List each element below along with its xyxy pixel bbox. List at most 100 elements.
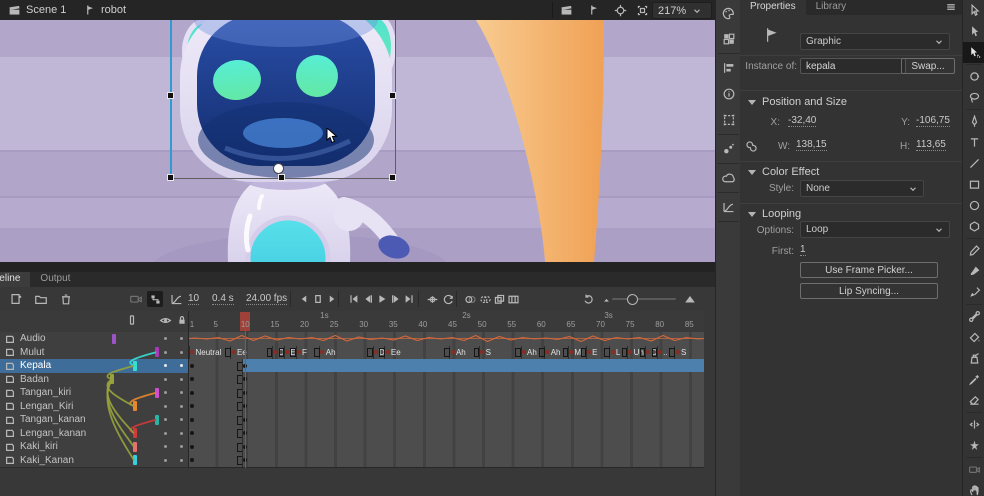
- timeline-zoom-slider-track[interactable]: [612, 298, 676, 300]
- span-end-marker[interactable]: [563, 348, 569, 357]
- text-tool[interactable]: [963, 132, 984, 153]
- layer-lock-dot[interactable]: [180, 405, 183, 408]
- subselection-tool[interactable]: [963, 0, 984, 21]
- parent-marker[interactable]: [133, 455, 137, 465]
- parent-marker[interactable]: [112, 334, 116, 344]
- layer-lock-dot[interactable]: [180, 351, 183, 354]
- frame-row-Badan[interactable]: [189, 373, 704, 388]
- layer-visibility-dot[interactable]: [164, 351, 167, 354]
- span-end-marker[interactable]: [367, 348, 373, 357]
- layer-visibility-dot[interactable]: [164, 459, 167, 462]
- scene-breadcrumb[interactable]: Scene 1: [8, 0, 66, 20]
- mouth-keyframe-dot[interactable]: [658, 350, 662, 354]
- motion-editor-button[interactable]: [168, 291, 184, 307]
- keyframe-dot[interactable]: [190, 418, 194, 422]
- selection-handle-bl[interactable]: [167, 174, 174, 181]
- mouth-keyframe-dot[interactable]: [451, 350, 455, 354]
- parent-marker[interactable]: [133, 401, 137, 411]
- symbol-behavior-select[interactable]: Graphic: [800, 33, 950, 50]
- span-end-marker[interactable]: [474, 348, 480, 357]
- use-frame-picker-button[interactable]: Use Frame Picker...: [800, 262, 938, 278]
- mouth-keyframe-dot[interactable]: [646, 350, 650, 354]
- frame-row-Kaki_Kanan[interactable]: [189, 454, 704, 469]
- lip-syncing-button[interactable]: Lip Syncing...: [800, 283, 938, 299]
- keyframe-dot[interactable]: [190, 458, 194, 462]
- parent-marker[interactable]: [133, 361, 137, 371]
- span-end-marker[interactable]: [652, 348, 658, 357]
- frame-row-Kaki_kiri[interactable]: [189, 440, 704, 455]
- mouth-keyframe-dot[interactable]: [190, 350, 194, 354]
- tab-output[interactable]: Output: [30, 272, 80, 287]
- layer-lock-dot[interactable]: [180, 445, 183, 448]
- parent-marker[interactable]: [133, 428, 137, 438]
- transform-icon[interactable]: [716, 107, 741, 133]
- tab-timeline[interactable]: Timeline: [0, 272, 30, 287]
- new-folder-button[interactable]: [33, 291, 49, 307]
- layer-visibility-dot[interactable]: [164, 391, 167, 394]
- reset-zoom-button[interactable]: [580, 291, 596, 307]
- keyframe-dot[interactable]: [190, 377, 194, 381]
- mouth-keyframe-dot[interactable]: [587, 350, 591, 354]
- parent-marker[interactable]: [133, 442, 137, 452]
- span-end-marker[interactable]: [279, 348, 285, 357]
- looping-options-select[interactable]: Loop: [800, 221, 950, 238]
- line-tool[interactable]: [963, 153, 984, 174]
- frames-area[interactable]: 15101520253035404550556065707580851s2s3s…: [188, 311, 704, 468]
- creative-cloud-icon[interactable]: [716, 165, 741, 191]
- fluid-brush-tool[interactable]: [963, 261, 984, 282]
- eraser-tool[interactable]: [963, 390, 984, 411]
- span-end-marker[interactable]: [581, 348, 587, 357]
- layer-lock-dot[interactable]: [180, 337, 183, 340]
- layer-lock-dot[interactable]: [180, 432, 183, 435]
- mouth-keyframe-dot[interactable]: [522, 350, 526, 354]
- swatches-icon[interactable]: [716, 26, 741, 52]
- layer-visibility-dot[interactable]: [164, 418, 167, 421]
- layer-visibility-dot[interactable]: [164, 445, 167, 448]
- span-end-marker[interactable]: [225, 348, 231, 357]
- span-end-marker[interactable]: [669, 348, 675, 357]
- keyframe-dot[interactable]: [190, 445, 194, 449]
- mouth-keyframe-dot[interactable]: [297, 350, 301, 354]
- oval-tool[interactable]: [963, 195, 984, 216]
- span-end-marker[interactable]: [515, 348, 521, 357]
- mouth-keyframe-dot[interactable]: [628, 350, 632, 354]
- mouth-keyframe-dot[interactable]: [545, 350, 549, 354]
- zoom-out-tri-button[interactable]: [598, 291, 614, 307]
- selection-handle-mr[interactable]: [389, 92, 396, 99]
- camera-tool[interactable]: [963, 459, 984, 480]
- asset-warp-tool[interactable]: [963, 42, 984, 63]
- selected-frame-span[interactable]: [242, 359, 704, 372]
- tab-properties[interactable]: Properties: [740, 0, 806, 15]
- timeline-zoom-slider-knob[interactable]: [627, 294, 638, 305]
- eyedropper-tool[interactable]: [963, 369, 984, 390]
- span-end-marker[interactable]: [640, 348, 646, 357]
- layer-lock-dot[interactable]: [180, 364, 183, 367]
- color-style-select[interactable]: None: [800, 180, 924, 197]
- frame-row-Lengan_kanan[interactable]: [189, 427, 704, 442]
- mouth-keyframe-dot[interactable]: [569, 350, 573, 354]
- go-last-button[interactable]: [401, 291, 417, 307]
- new-layer-button[interactable]: [8, 291, 24, 307]
- onion-skin-button[interactable]: [462, 291, 478, 307]
- layer-row-Lengan_Kiri[interactable]: Lengan_Kiri: [0, 400, 188, 415]
- span-end-marker[interactable]: [314, 348, 320, 357]
- span-end-marker[interactable]: [379, 348, 385, 357]
- layer-row-Kepala[interactable]: Kepala: [0, 359, 188, 374]
- frame-row-Mulut[interactable]: NeutralEeDEFAhDEeAhSAhAhMELUhD..S: [189, 346, 704, 361]
- edit-symbol-button[interactable]: [588, 0, 600, 20]
- frame-row-Kepala[interactable]: [189, 359, 704, 374]
- info-icon[interactable]: [716, 81, 741, 107]
- bone-tool[interactable]: [963, 306, 984, 327]
- instance-name-field[interactable]: kepala: [800, 58, 906, 74]
- link-width-height-icon[interactable]: [744, 139, 759, 154]
- span-end-marker[interactable]: [444, 348, 450, 357]
- layer-row-Tangan_kanan[interactable]: Tangan_kanan: [0, 413, 188, 428]
- layer-visibility-dot[interactable]: [164, 405, 167, 408]
- parent-marker[interactable]: [155, 347, 159, 357]
- selection-tool[interactable]: [963, 21, 984, 42]
- delete-button[interactable]: [58, 291, 74, 307]
- h-value[interactable]: 113,65: [916, 139, 946, 151]
- modify-markers-button[interactable]: [505, 291, 521, 307]
- classic-brush-tool[interactable]: [963, 282, 984, 303]
- elapsed-time-value[interactable]: 0.4 s: [212, 293, 234, 305]
